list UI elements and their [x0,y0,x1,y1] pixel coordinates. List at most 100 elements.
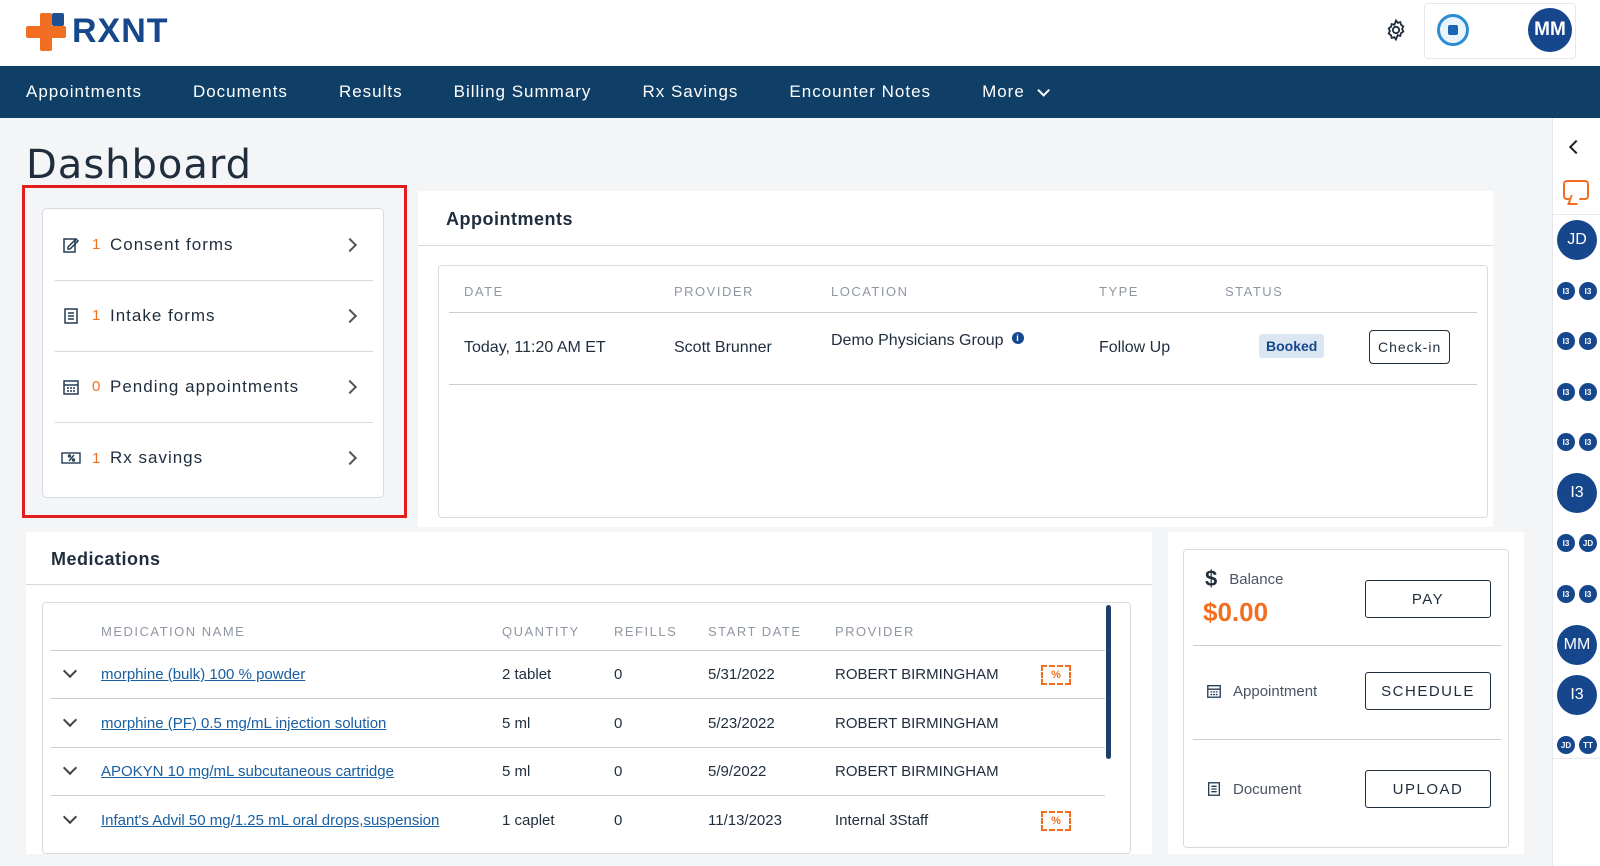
rail-small-avatar: TT [1579,736,1597,754]
chevron-down-icon[interactable] [62,712,78,728]
rail-avatar[interactable]: MM [1557,625,1597,665]
appointments-panel: Appointments DATE PROVIDER LOCATION TYPE… [418,191,1493,527]
appointment-location: Demo Physicians Group i [831,332,1024,350]
user-avatar[interactable]: MM [1528,8,1572,52]
medications-title: Medications [51,549,161,569]
upload-button[interactable]: UPLOAD [1365,770,1491,808]
table-row: Infant's Advil 50 mg/1.25 mL oral drops,… [51,797,1105,845]
partner-logo [1437,14,1469,46]
top-header: RXNT MM [0,0,1600,66]
rail-avatar-pair[interactable]: I3 JD [1557,534,1597,552]
rail-avatar-pair[interactable]: I3 I3 [1557,585,1597,603]
col-header-medication-name: MEDICATION NAME [101,624,246,639]
appointments-table: DATE PROVIDER LOCATION TYPE STATUS Today… [438,265,1488,518]
chevron-down-icon[interactable] [62,663,78,679]
rail-avatar[interactable]: JD [1557,220,1597,260]
balance-amount: $0.00 [1203,597,1269,627]
chevron-left-icon[interactable] [1568,139,1584,155]
row-divider [449,384,1477,385]
appointment-location-label: Demo Physicians Group [831,332,1004,349]
logo-text: RXNT [72,12,169,50]
chat-icon[interactable] [1563,180,1589,200]
medication-link[interactable]: APOKYN 10 mg/mL subcutaneous cartridge [101,763,394,780]
nav-billing-summary[interactable]: Billing Summary [454,82,592,102]
document-row: Document UPLOAD [1193,740,1501,840]
status-badge: Booked [1259,334,1325,358]
chevron-down-icon[interactable] [62,760,78,776]
rail-small-avatar: I3 [1579,332,1597,350]
col-header-provider: PROVIDER [674,284,754,299]
rx-savings-icon [61,448,81,468]
document-icon [1205,780,1223,798]
medication-start-date: 5/31/2022 [708,666,775,683]
rx-savings-tag-icon[interactable]: % [1041,665,1071,685]
medication-start-date: 5/23/2022 [708,715,775,732]
intake-form-icon [61,306,81,326]
rail-small-avatar: I3 [1557,282,1575,300]
rail-avatar-pair[interactable]: I3 I3 [1557,332,1597,350]
rail-small-avatar: I3 [1557,383,1575,401]
rail-avatar-pair[interactable]: JD TT [1557,736,1597,754]
rx-savings-tag-icon[interactable]: % [1041,811,1071,831]
medication-refills: 0 [614,666,623,683]
appointments-title: Appointments [446,209,573,229]
appointment-row: Appointment SCHEDULE [1193,646,1501,740]
check-in-button[interactable]: Check-in [1369,330,1451,364]
appointment-date: Today, 11:20 AM ET [464,339,606,356]
balance-panel: $ Balance $0.00 PAY Appointment SCHEDULE… [1168,532,1524,854]
rail-small-avatar: I3 [1579,585,1597,603]
rail-small-avatar: I3 [1579,282,1597,300]
intake-forms-label: Intake forms [110,305,216,325]
nav-rx-savings[interactable]: Rx Savings [642,82,738,102]
form-row-intake[interactable]: 1 Intake forms [55,280,373,352]
consent-forms-label: Consent forms [110,234,234,254]
col-header-type: TYPE [1099,284,1139,299]
medication-link[interactable]: morphine (bulk) 100 % powder [101,666,305,683]
divider [1553,758,1600,759]
gear-icon[interactable] [1384,18,1408,42]
scrollbar[interactable] [1106,605,1111,759]
rail-small-avatar: I3 [1557,332,1575,350]
rail-avatar[interactable]: I3 [1557,473,1597,513]
medication-quantity: 5 ml [502,763,531,780]
balance-label: Balance [1229,570,1284,588]
chevron-down-icon[interactable] [62,809,78,825]
medication-link[interactable]: Infant's Advil 50 mg/1.25 mL oral drops,… [101,812,439,829]
pay-button[interactable]: PAY [1365,580,1491,618]
medication-start-date: 5/9/2022 [708,763,767,780]
document-label-group: Document [1205,780,1301,798]
nav-documents[interactable]: Documents [193,82,288,102]
medication-refills: 0 [614,715,623,732]
appointment-label: Appointment [1233,682,1318,700]
rail-small-avatar: JD [1579,534,1597,552]
chevron-right-icon [342,379,358,394]
rail-avatar-pair[interactable]: I3 I3 [1557,433,1597,451]
dollar-icon: $ [1205,566,1218,591]
nav-results[interactable]: Results [339,82,403,102]
rail-avatar-pair[interactable]: I3 I3 [1557,282,1597,300]
nav-encounter-notes[interactable]: Encounter Notes [789,82,931,102]
schedule-button[interactable]: SCHEDULE [1365,672,1491,710]
divider [26,584,1152,585]
col-header-date: DATE [464,284,504,299]
appointment-provider: Scott Brunner [674,339,772,356]
nav-more[interactable]: More [982,82,1050,102]
form-row-consent[interactable]: 1 Consent forms [55,209,373,281]
rail-avatar-pair[interactable]: I3 I3 [1557,383,1597,401]
rail-avatar[interactable]: I3 [1557,675,1597,715]
pending-appointments-label: Pending appointments [110,376,300,396]
form-row-rx-savings[interactable]: 1 Rx savings [55,422,373,494]
medication-link[interactable]: morphine (PF) 0.5 mg/mL injection soluti… [101,715,386,732]
chat-rail: JD I3 I3 I3 I3 I3 I3 I3 I3 I3 I3 JD I3 I… [1552,118,1600,866]
rxnt-logo[interactable]: RXNT [26,12,169,51]
form-row-pending-appointments[interactable]: 0 Pending appointments [55,351,373,423]
medication-start-date: 11/13/2023 [708,812,782,829]
medication-refills: 0 [614,812,623,829]
col-header-provider: PROVIDER [835,624,915,639]
nav-appointments[interactable]: Appointments [26,82,142,102]
intake-forms-count: 1 [92,307,101,324]
col-header-quantity: QUANTITY [502,624,580,639]
info-icon[interactable]: i [1011,332,1024,344]
medications-table: MEDICATION NAME QUANTITY REFILLS START D… [42,602,1131,854]
rail-small-avatar: I3 [1557,585,1575,603]
